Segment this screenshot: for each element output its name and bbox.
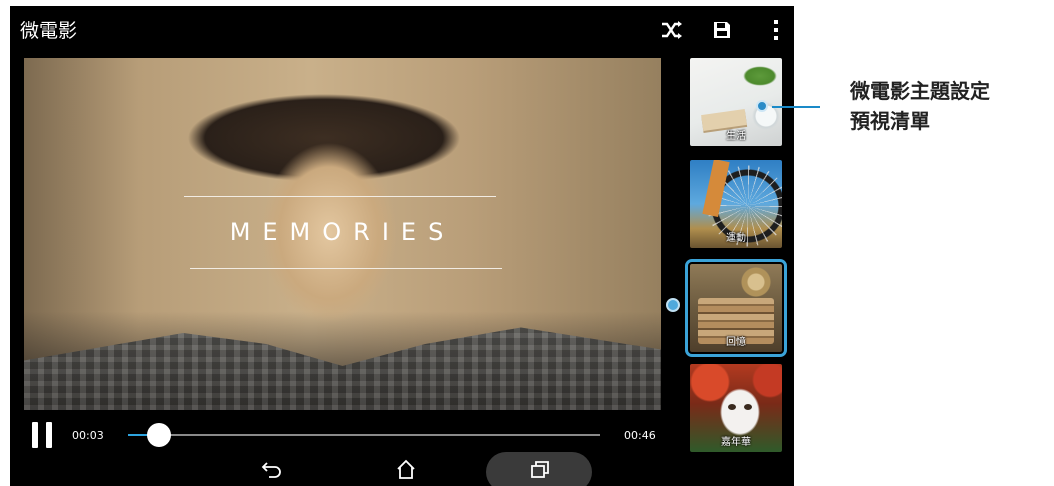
current-time: 00:03 (72, 429, 104, 442)
seek-bar[interactable] (128, 423, 600, 447)
pause-icon[interactable] (32, 422, 54, 448)
save-icon[interactable] (708, 16, 736, 44)
video-preview[interactable]: MEMORIES (24, 58, 661, 410)
annotation-line-1: 微電影主題設定 (850, 79, 990, 103)
app-bar: 微電影 (10, 6, 794, 54)
theme-thumbnail-mask (728, 404, 754, 412)
theme-item-nostalgia[interactable]: 回憶 (685, 259, 787, 357)
theme-label: 回憶 (726, 337, 746, 348)
theme-item-carnival[interactable]: 嘉年華 (690, 364, 782, 452)
theme-label: 嘉年華 (721, 437, 751, 448)
total-time: 00:46 (624, 429, 656, 442)
recent-apps-icon[interactable] (528, 456, 552, 482)
title-rule-top (184, 196, 496, 197)
annotation-callout: 微電影主題設定 預視清單 (850, 76, 990, 136)
annotation-dot (756, 100, 768, 112)
theme-label: 運動 (726, 233, 746, 244)
theme-label: 生活 (726, 131, 746, 142)
video-frame-subject (24, 327, 661, 410)
shuffle-icon[interactable] (658, 16, 686, 44)
system-nav-bar (10, 452, 794, 486)
video-overlay-title: MEMORIES (229, 218, 456, 246)
title-rule-bottom (190, 268, 502, 269)
home-icon[interactable] (394, 456, 418, 482)
device-screen: 微電影 MEMORIES 00:03 00:46 生活 運動 回憶 嘉年華 (10, 6, 794, 486)
back-icon[interactable] (260, 456, 284, 482)
theme-item-life[interactable]: 生活 (690, 58, 782, 146)
seek-bar-thumb[interactable] (146, 423, 171, 447)
app-title: 微電影 (20, 20, 78, 42)
annotation-line-2: 預視清單 (850, 109, 930, 133)
playback-controls: 00:03 00:46 (10, 410, 670, 456)
more-vert-icon[interactable] (762, 16, 790, 44)
theme-list-indicator (666, 298, 680, 312)
theme-item-sport[interactable]: 運動 (690, 160, 782, 248)
annotation-leader-line (772, 106, 820, 108)
